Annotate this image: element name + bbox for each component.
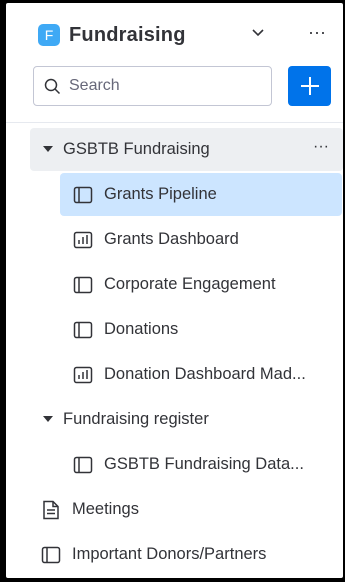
board-icon [73,320,93,340]
caret-down-icon[interactable] [41,143,55,157]
item-label: Important Donors/Partners [72,545,267,563]
item-label: Donations [104,320,179,338]
board-item-donations[interactable]: Donations [60,308,342,351]
folder-label: Fundraising register [63,410,209,428]
folder-label: GSBTB Fundraising [63,140,210,158]
folder-gsbtb-fundraising[interactable]: GSBTB Fundraising ··· [30,128,343,171]
workspace-more-button[interactable]: ··· [304,23,330,45]
board-icon [73,185,93,205]
board-icon [41,545,61,565]
chevron-down-icon[interactable] [250,25,266,41]
item-label: GSBTB Fundraising Data... [104,455,304,473]
workspace-badge: F [38,24,60,46]
dashboard-item-grants-dashboard[interactable]: Grants Dashboard [60,218,342,261]
item-label: Donation Dashboard Mad... [104,365,306,383]
workspace-title[interactable]: Fundraising [69,24,186,47]
board-item-gsbtb-fundraising-data[interactable]: GSBTB Fundraising Data... [60,443,342,486]
board-item-corporate-engagement[interactable]: Corporate Engagement [60,263,342,306]
workspace-header[interactable]: F Fundraising ··· [38,21,338,49]
search-input[interactable] [67,76,261,96]
board-icon [73,455,93,475]
board-icon [73,275,93,295]
folder-fundraising-register[interactable]: Fundraising register [30,398,343,441]
dashboard-icon [73,365,93,385]
dashboard-item-donation-dashboard[interactable]: Donation Dashboard Mad... [60,353,342,396]
doc-icon [41,500,61,520]
board-item-important-donors[interactable]: Important Donors/Partners [30,533,343,576]
item-label: Grants Dashboard [104,230,239,248]
dashboard-icon [73,230,93,250]
doc-item-meetings[interactable]: Meetings [30,488,343,531]
search-box[interactable] [33,66,272,106]
item-label: Meetings [72,500,139,518]
divider [6,122,343,123]
workspace-sidebar: F Fundraising ··· GSBTB Fundraising ··· … [6,3,343,578]
caret-down-icon[interactable] [41,413,55,427]
board-item-grants-pipeline[interactable]: Grants Pipeline [60,173,342,216]
plus-icon [300,77,319,95]
item-label: Grants Pipeline [104,185,217,203]
add-button[interactable] [288,66,331,106]
search-icon [44,78,61,95]
item-label: Corporate Engagement [104,275,276,293]
folder-more-button[interactable]: ··· [313,138,329,156]
